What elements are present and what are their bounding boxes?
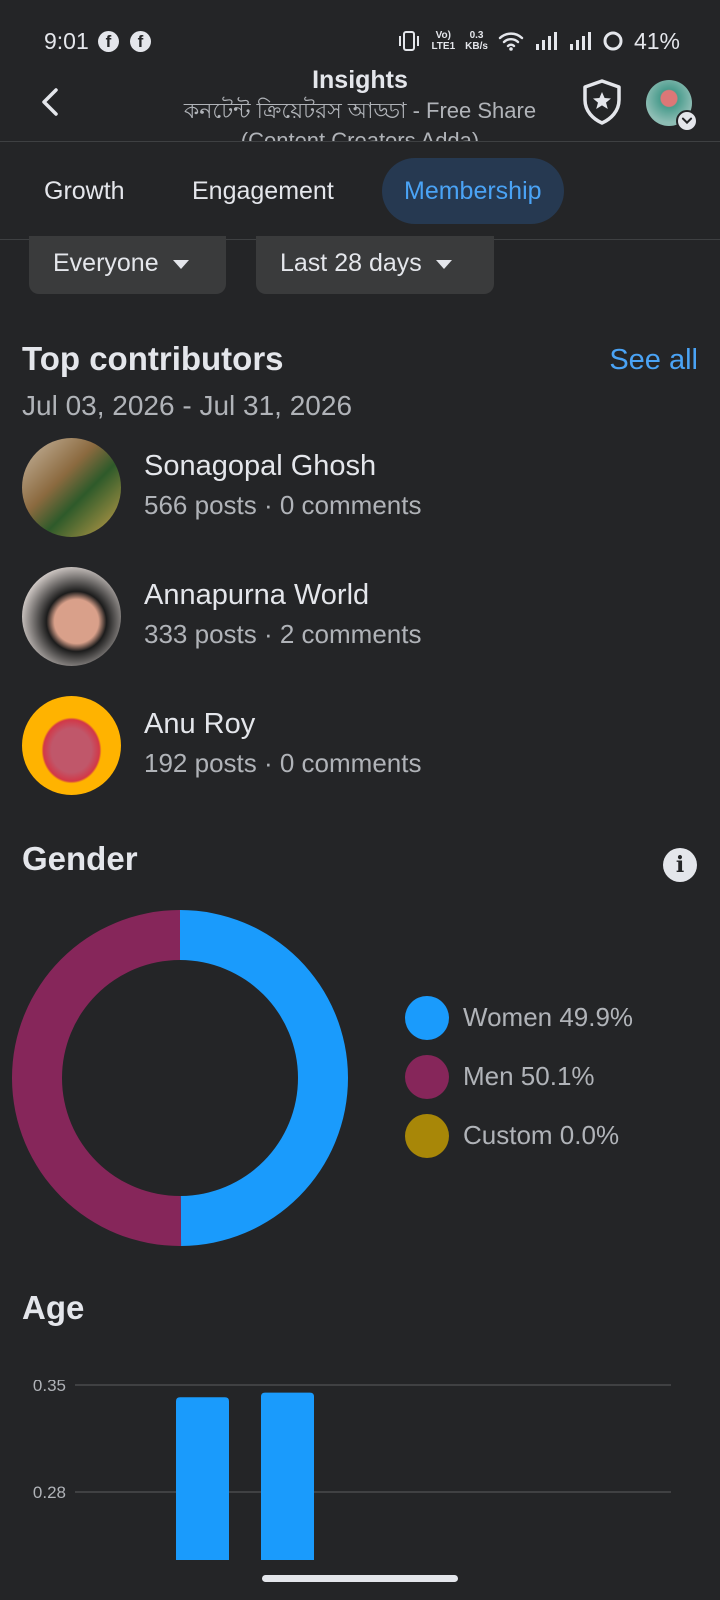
contributor-stats: 192 posts · 0 comments (144, 748, 422, 778)
legend-swatch (405, 1055, 449, 1099)
contributor-avatar (22, 438, 121, 537)
age-section-title: Age (22, 1289, 85, 1326)
admin-shield-icon[interactable] (580, 78, 624, 126)
y-tick-label: 0.28 (33, 1483, 66, 1502)
gender-section-title: Gender (22, 840, 138, 877)
network-speed: 0.3 KB/s (465, 30, 488, 52)
legend-label: Women 49.9% (463, 1002, 634, 1032)
battery-level: 41% (633, 27, 680, 54)
info-icon[interactable]: i (663, 848, 697, 882)
y-tick-label: 0.35 (33, 1380, 66, 1395)
battery-ring-icon (603, 31, 623, 51)
contributor-avatar (22, 567, 121, 666)
tab-membership[interactable]: Membership (382, 158, 564, 224)
date-range: Jul 03, 2026 - Jul 31, 2026 (22, 390, 353, 421)
contributor-name: Sonagopal Ghosh (144, 450, 377, 482)
age-bar (176, 1397, 229, 1560)
audience-filter-label: Everyone (53, 249, 159, 277)
facebook-notification-icon: f (98, 31, 119, 52)
see-all-link[interactable]: See all (609, 344, 698, 377)
tab-growth[interactable]: Growth (44, 158, 125, 224)
donut-slice-women (180, 910, 348, 1246)
group-name: কনটেন্ট ক্রিয়েটরস আড্ডা - Free Share (C… (183, 98, 537, 142)
audience-filter-dropdown[interactable]: Everyone (29, 236, 226, 294)
contributor-name: Annapurna World (144, 579, 370, 611)
donut-slice-men (12, 910, 182, 1246)
profile-avatar-button[interactable] (646, 80, 698, 132)
age-bar-chart: 0.35 0.28 (33, 1380, 671, 1560)
tab-engagement[interactable]: Engagement (192, 158, 334, 224)
age-bar (261, 1392, 314, 1560)
contributor-name: Anu Roy (144, 708, 256, 740)
contributor-item[interactable]: Annapurna World 333 posts · 2 comments (22, 567, 702, 667)
legend-swatch (405, 996, 449, 1040)
period-filter-dropdown[interactable]: Last 28 days (256, 236, 494, 294)
contributor-stats: 333 posts · 2 comments (144, 619, 422, 649)
gender-donut-chart (12, 910, 348, 1246)
vibrate-icon (399, 31, 420, 51)
caret-down-icon (435, 259, 452, 269)
wifi-icon (498, 32, 524, 51)
contributor-avatar (22, 696, 121, 795)
signal-icon (535, 32, 557, 50)
app-header: Insights কনটেন্ট ক্রিয়েটরস আড্ডা - Free… (0, 62, 720, 142)
caret-down-icon (172, 259, 189, 269)
top-contributors-title: Top contributors (22, 340, 284, 377)
contributor-item[interactable]: Anu Roy 192 posts · 0 comments (22, 696, 702, 796)
period-filter-label: Last 28 days (280, 249, 422, 277)
home-indicator[interactable] (262, 1575, 458, 1582)
status-icons: Vo) LTE1 0.3 KB/s 41% (397, 26, 680, 56)
chevron-down-icon (676, 110, 698, 132)
facebook-notification-icon: f (130, 31, 151, 52)
legend-label: Men 50.1% (463, 1061, 595, 1091)
legend-swatch (405, 1114, 449, 1158)
status-time: 9:01 (44, 28, 89, 54)
legend-label: Custom 0.0% (463, 1120, 620, 1150)
volte-indicator: Vo) LTE1 (431, 30, 456, 52)
signal-icon (569, 32, 591, 50)
contributor-item[interactable]: Sonagopal Ghosh 566 posts · 0 comments (22, 438, 702, 538)
insights-tabs: Growth Engagement Membership (0, 158, 720, 240)
contributor-stats: 566 posts · 0 comments (144, 490, 422, 520)
